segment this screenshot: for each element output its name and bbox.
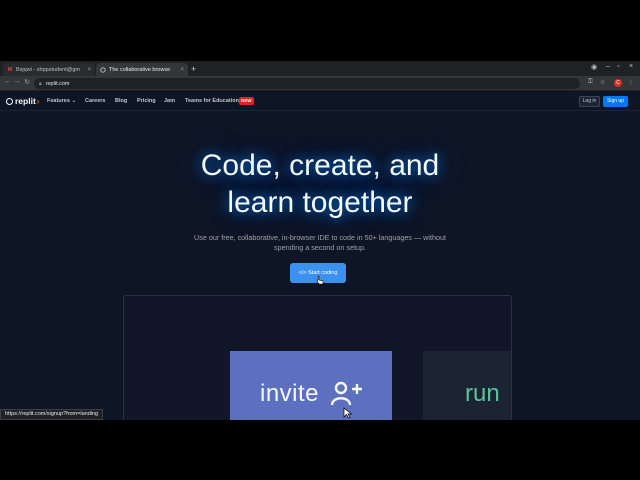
url-text: replit.com	[45, 80, 70, 87]
tab-title: Bxjqwi - shppstudent@gm	[16, 66, 80, 73]
screen: M Bxjqwi - shppstudent@gm × The collabor…	[0, 0, 640, 480]
back-icon[interactable]: ←	[4, 78, 12, 85]
reload-icon[interactable]: ↻	[23, 78, 31, 86]
forward-icon[interactable]: →	[13, 78, 21, 85]
code-icon: </>	[298, 270, 307, 276]
replit-logo-icon	[6, 97, 13, 105]
lock-icon: 🔒︎	[39, 80, 42, 87]
browser-toolbar: ← → ↻ 🔒︎ replit.com ⚿ ☆ C ⋮	[0, 76, 640, 91]
tab-title: The collaborative browse	[109, 66, 171, 73]
chevron-down-icon: ⌄	[71, 98, 77, 104]
nav-blog[interactable]: Blog	[115, 98, 127, 104]
tab-gmail[interactable]: M Bxjqwi - shppstudent@gm ×	[3, 63, 95, 76]
nav-jam[interactable]: Jam	[164, 98, 175, 104]
key-icon[interactable]: ⚿	[588, 79, 593, 86]
hero-title-line-2: learn together	[227, 186, 413, 219]
mouse-pointer-icon	[343, 407, 353, 419]
login-button[interactable]: Log in	[579, 96, 600, 107]
site-nav: replit › Features ⌄ Careers Blog Pricing…	[0, 92, 640, 111]
replit-favicon	[100, 66, 106, 73]
hero-title: Code, create, and learn together	[120, 147, 520, 221]
maximize-icon[interactable]: ▫	[617, 63, 619, 70]
run-word: run	[465, 380, 500, 407]
gmail-icon: M	[7, 66, 13, 73]
invite-word: invite	[260, 380, 320, 407]
logo-text: replit	[15, 96, 36, 106]
hand-cursor-icon	[316, 275, 324, 285]
logo-chevron-icon: ›	[36, 96, 40, 106]
replit-logo[interactable]: replit ›	[6, 96, 39, 106]
profile-avatar[interactable]: C	[614, 79, 622, 87]
menu-icon[interactable]: ⋮	[628, 79, 634, 86]
tab-strip: M Bxjqwi - shppstudent@gm × The collabor…	[0, 61, 640, 76]
new-badge: NEW	[239, 97, 254, 105]
signup-button[interactable]: Sign up	[603, 96, 628, 107]
star-icon[interactable]: ☆	[600, 79, 605, 86]
minimize-icon[interactable]: –	[606, 63, 610, 70]
address-bar[interactable]: 🔒︎ replit.com	[34, 78, 580, 89]
window-close-icon[interactable]: ×	[629, 63, 633, 70]
close-icon[interactable]: ×	[180, 67, 184, 73]
hero-subtitle: Use our free, collaborative, in-browser …	[178, 233, 462, 252]
hero-subtitle-line-1: Use our free, collaborative, in-browser …	[194, 233, 446, 242]
nav-features[interactable]: Features ⌄	[47, 98, 76, 104]
nav-pricing[interactable]: Pricing	[137, 98, 156, 104]
nav-teams-for-education[interactable]: Teams for Education	[185, 98, 239, 104]
hero-title-line-1: Code, create, and	[200, 149, 440, 182]
nav-careers[interactable]: Careers	[85, 98, 106, 104]
media-icon[interactable]: ◉	[591, 63, 597, 71]
close-icon[interactable]: ×	[87, 67, 91, 73]
invite-card: invite	[230, 351, 392, 420]
browser-window: M Bxjqwi - shppstudent@gm × The collabor…	[0, 61, 640, 420]
run-card: run	[423, 351, 511, 420]
nav-features-label: Features	[47, 98, 70, 104]
tab-replit[interactable]: The collaborative browse ×	[96, 63, 188, 76]
add-user-icon	[330, 381, 362, 406]
hero-subtitle-line-2: spending a second on setup.	[274, 242, 366, 252]
new-tab-button[interactable]: +	[191, 64, 196, 74]
status-url: https://replit.com/signup?from=landing	[0, 409, 104, 420]
showcase-panel: invite run	[123, 295, 512, 420]
